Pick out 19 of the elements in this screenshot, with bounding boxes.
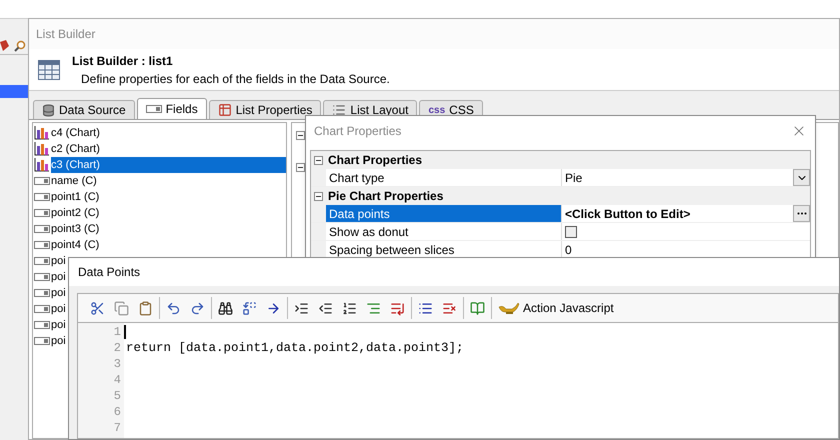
line-number: 3 bbox=[114, 356, 121, 372]
line-number: 1 bbox=[114, 324, 121, 340]
line-number: 2 bbox=[114, 340, 121, 356]
header-title: List Builder : list1 bbox=[72, 52, 174, 70]
property-value: 0 bbox=[565, 242, 572, 258]
line-number: 5 bbox=[114, 388, 121, 404]
line-number: 7 bbox=[114, 420, 121, 436]
dialog-title: Data Points bbox=[78, 264, 140, 281]
group-title: Pie Chart Properties bbox=[328, 188, 444, 205]
css-icon: css bbox=[428, 102, 446, 118]
property-value: Pie bbox=[565, 170, 582, 186]
property-value: <Click Button to Edit> bbox=[565, 206, 690, 222]
line-number: 4 bbox=[114, 372, 121, 388]
header-description: Define properties for each of the fields in the Data Source. bbox=[80, 70, 390, 88]
dialog-title: Chart Properties bbox=[314, 122, 402, 140]
group-title: Chart Properties bbox=[328, 152, 422, 169]
line-number: 6 bbox=[114, 404, 121, 420]
window-title: List Builder bbox=[36, 26, 96, 43]
code-line: return [data.point1,data.point2,data.point3]; bbox=[126, 340, 464, 356]
